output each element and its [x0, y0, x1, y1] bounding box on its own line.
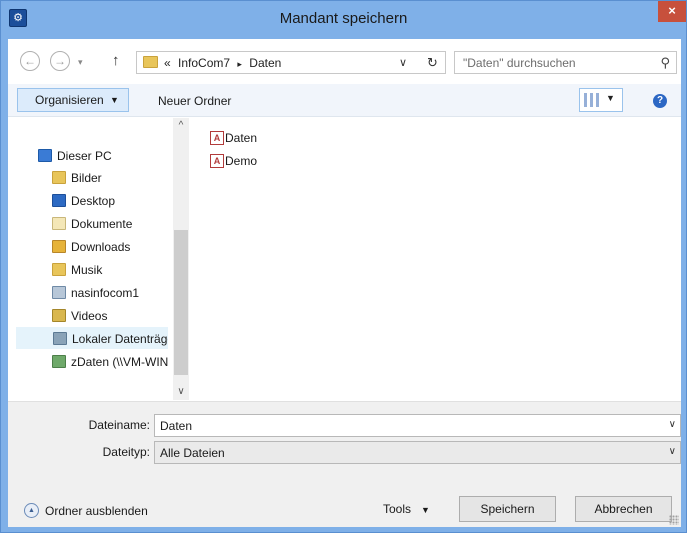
filename-label: Dateiname: — [88, 418, 150, 432]
chevron-down-icon: ▼ — [110, 95, 119, 105]
scrollbar-thumb[interactable] — [174, 230, 188, 375]
file-icon: A — [210, 131, 224, 145]
file-list: A Daten A Demo — [192, 118, 681, 398]
music-icon — [52, 263, 66, 276]
breadcrumb-infocom7[interactable]: InfoCom7 — [178, 56, 230, 70]
organize-button[interactable]: Organisieren ▼ — [17, 88, 129, 112]
documents-icon — [52, 217, 66, 230]
desktop-icon — [52, 194, 66, 207]
sidebar-item-label: Desktop — [71, 194, 116, 208]
filetype-value: Alle Dateien — [160, 446, 225, 460]
up-one-level-button[interactable]: ↑ — [112, 52, 120, 69]
address-toolbar: ← → ▾ ↑ « InfoCom7 ▸ Daten ∨ ↻ "Daten" d… — [8, 39, 681, 84]
pc-icon — [38, 149, 52, 162]
chevron-down-icon[interactable]: ▼ — [606, 93, 615, 103]
refresh-icon[interactable]: ↻ — [427, 55, 438, 71]
tools-menu[interactable]: Tools ▼ — [383, 502, 430, 516]
dialog-body: ← → ▾ ↑ « InfoCom7 ▸ Daten ∨ ↻ "Daten" d… — [8, 39, 681, 527]
chevron-down-icon: ▼ — [421, 505, 430, 515]
filename-field[interactable]: Daten ∨ — [154, 414, 681, 437]
hide-folders-label: Ordner ausblenden — [45, 504, 148, 518]
file-name: Demo — [225, 154, 258, 168]
cancel-button[interactable]: Abbrechen — [575, 496, 672, 522]
tools-label: Tools — [383, 502, 412, 516]
file-icon: A — [210, 154, 224, 168]
organize-label: Organisieren — [35, 93, 104, 107]
videos-icon — [52, 309, 66, 322]
scroll-up-icon[interactable]: ^ — [173, 118, 189, 134]
back-button[interactable]: ← — [20, 51, 40, 71]
window-title: Mandant speichern — [279, 10, 408, 27]
filetype-label: Dateityp: — [102, 445, 150, 459]
address-bar[interactable]: « InfoCom7 ▸ Daten ∨ ↻ — [136, 51, 446, 74]
sidebar-item-label: Lokaler Datenträger (C:) — [72, 332, 168, 346]
downloads-icon — [52, 240, 66, 253]
folder-icon — [143, 56, 158, 68]
breadcrumb-separator[interactable]: ▸ — [237, 59, 242, 69]
chevron-down-icon[interactable]: ∨ — [669, 446, 676, 457]
scroll-down-icon[interactable]: ∨ — [173, 384, 189, 400]
help-icon[interactable]: ? — [653, 94, 667, 108]
sidebar-item-label: Videos — [71, 309, 108, 323]
change-view-button[interactable]: ▼ — [579, 88, 623, 112]
sidebar-item-local-disk[interactable]: Lokaler Datenträger (C:) — [16, 327, 168, 349]
search-input[interactable]: "Daten" durchsuchen — [463, 56, 576, 70]
search-icon[interactable]: ⚲ — [660, 55, 670, 71]
navigation-pane: Dieser PC Bilder Desktop Dokumente Downl… — [8, 118, 188, 398]
network-drive-icon — [52, 355, 66, 368]
chevron-down-icon[interactable]: ∨ — [669, 419, 676, 430]
breadcrumb-overflow[interactable]: « — [164, 56, 171, 70]
sidebar-item-label: Dokumente — [71, 217, 133, 231]
title-bar[interactable]: ⚙ Mandant speichern × — [1, 1, 686, 39]
navigation-scrollbar[interactable]: ^ ∨ — [173, 118, 189, 400]
sidebar-item-label: nasinfocom1 — [71, 286, 140, 300]
forward-button[interactable]: → — [50, 51, 70, 71]
filename-value: Daten — [160, 419, 193, 433]
resize-grip[interactable] — [669, 515, 679, 525]
breadcrumb-daten[interactable]: Daten — [249, 56, 281, 70]
pictures-folder-icon — [52, 171, 66, 184]
sidebar-item-label: Dieser PC — [57, 149, 112, 163]
drive-icon — [53, 332, 67, 345]
command-bar: Organisieren ▼ Neuer Ordner ▼ ? — [8, 84, 681, 117]
sidebar-item-label: Downloads — [71, 240, 131, 254]
new-folder-button[interactable]: Neuer Ordner — [158, 94, 231, 108]
address-dropdown[interactable]: ∨ — [399, 56, 407, 69]
view-details-icon — [584, 93, 600, 107]
file-name: Daten — [225, 131, 258, 145]
close-button[interactable]: × — [658, 1, 686, 22]
network-location-icon — [52, 286, 66, 299]
search-box[interactable]: "Daten" durchsuchen ⚲ — [454, 51, 677, 74]
collapse-icon: ▲ — [24, 503, 39, 518]
sidebar-item-label: zDaten (\\VM-WIN-1) — [71, 355, 168, 369]
save-form: Dateiname: Daten ∨ Dateityp: Alle Dateie… — [8, 401, 681, 527]
save-dialog: ⚙ Mandant speichern × ← → ▾ ↑ « InfoCom7… — [0, 0, 687, 533]
filetype-select[interactable]: Alle Dateien ∨ — [154, 441, 681, 464]
save-button[interactable]: Speichern — [459, 496, 556, 522]
recent-locations-dropdown[interactable]: ▾ — [78, 57, 83, 68]
sidebar-item-label: Musik — [71, 263, 103, 277]
breadcrumb: « InfoCom7 ▸ Daten — [164, 56, 285, 70]
sidebar-item-label: Bilder — [71, 171, 102, 185]
